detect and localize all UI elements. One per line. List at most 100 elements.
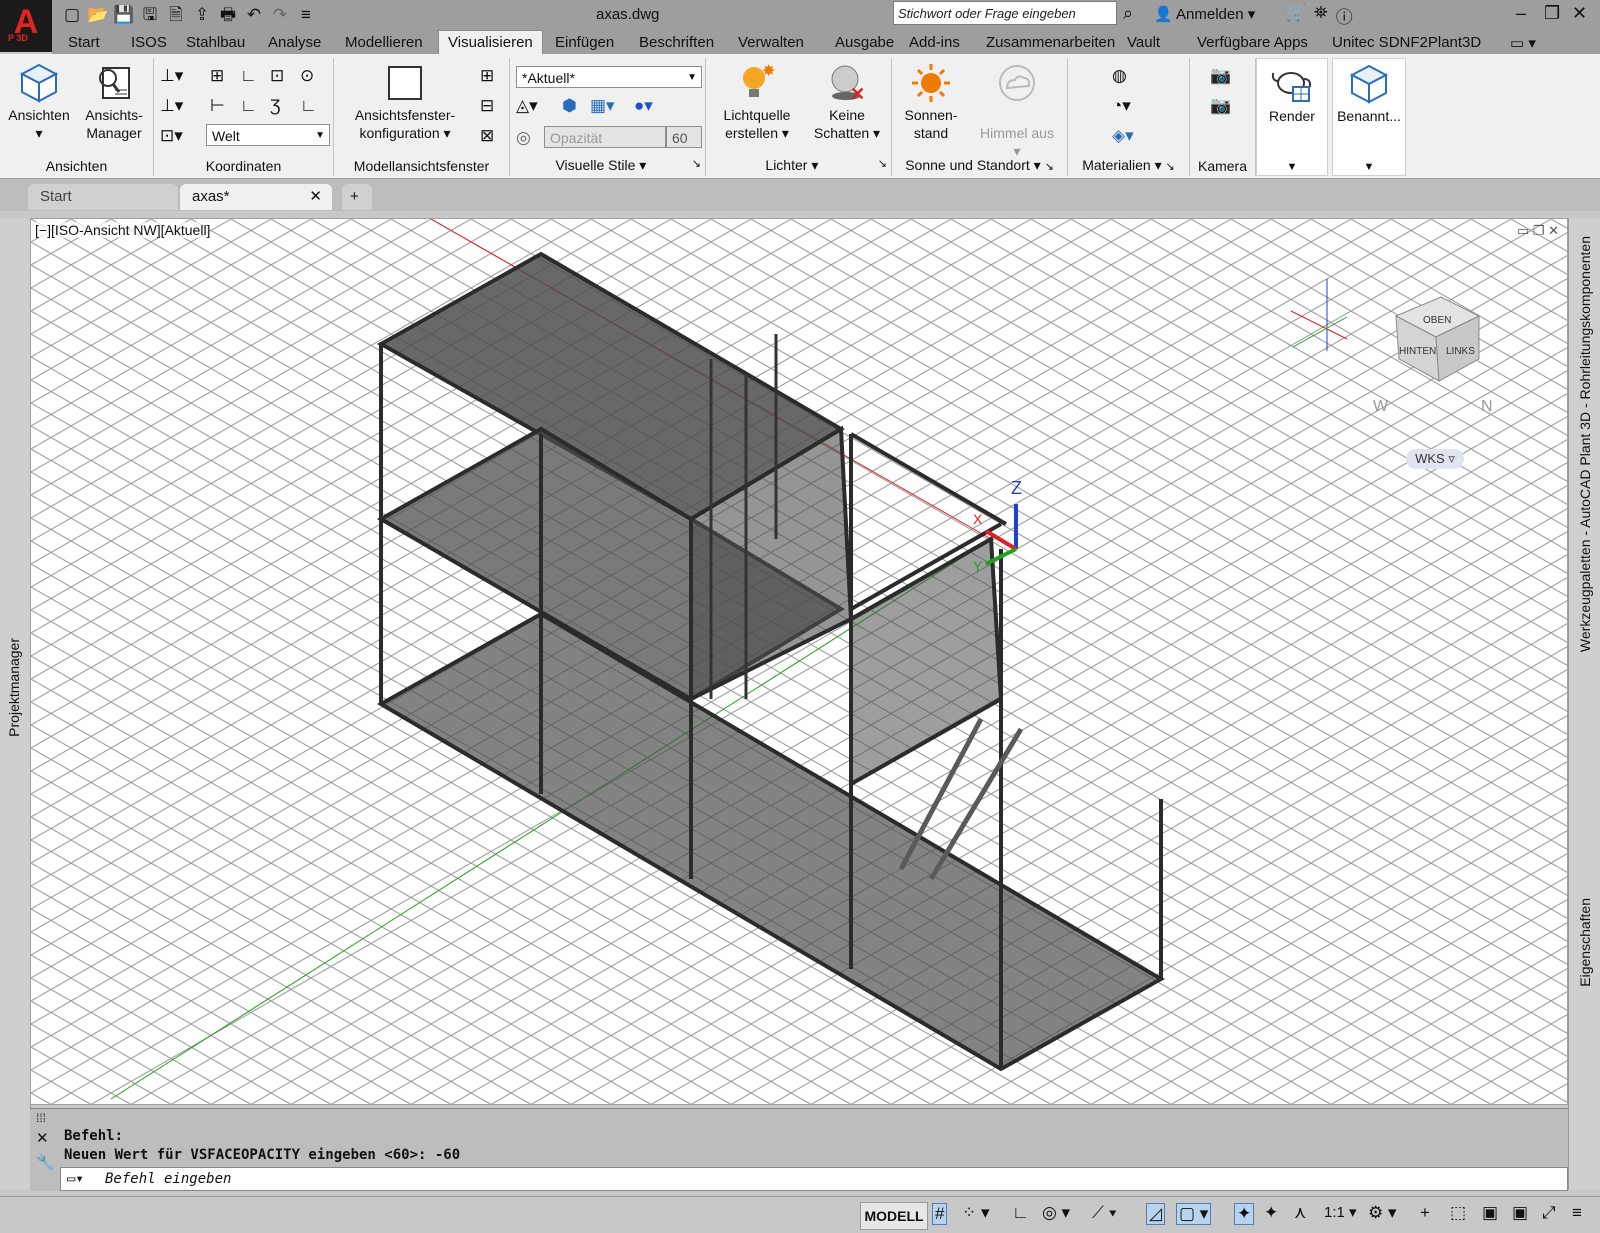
panel-benannt[interactable]: Benannt... ▼ — [1332, 58, 1406, 176]
opacity-slider[interactable]: Opazität — [544, 126, 666, 148]
tab-beschriften[interactable]: Beschriften — [639, 34, 714, 51]
save-icon[interactable]: 💾 — [112, 4, 136, 26]
search-icon[interactable]: ⌕ — [1123, 3, 1133, 24]
ucs-select[interactable]: Welt ▼ — [206, 124, 330, 146]
tab-isos[interactable]: ISOS — [131, 34, 167, 51]
close-tab-icon[interactable]: ✕ — [309, 184, 322, 210]
materials-editor-icon[interactable]: ◔▾ — [1112, 96, 1131, 116]
ansichtsfenster-konfiguration-button[interactable]: Ansichtsfenster-konfiguration ▾ — [340, 62, 470, 142]
properties-tab[interactable]: Eigenschaften — [1577, 898, 1593, 987]
clean-screen-icon[interactable]: ▣ — [1512, 1203, 1528, 1223]
material-mapping-icon[interactable]: ◈▾ — [1112, 126, 1134, 146]
keine-schatten-button[interactable]: ✕ Keine Schatten ▾ — [806, 62, 888, 142]
osnap-icon[interactable]: ◿ — [1146, 1203, 1166, 1225]
render-button[interactable]: Render — [1257, 63, 1327, 125]
tab-vault[interactable]: Vault — [1127, 34, 1160, 51]
restore-icon[interactable]: ❐ — [1544, 3, 1560, 24]
ucs-named-icon[interactable]: ⊥▾ — [160, 96, 183, 116]
ucs-x-icon[interactable]: ⊢ — [210, 96, 225, 116]
annotation-visibility-icon[interactable]: ✦ — [1234, 1203, 1255, 1225]
tab-analyse[interactable]: Analyse — [268, 34, 321, 51]
opacity-value[interactable]: 60 — [666, 126, 702, 148]
project-manager-tab[interactable]: Projektmanager — [6, 638, 22, 737]
cart-icon[interactable]: 🛒 — [1285, 3, 1306, 28]
hardware-accel-icon[interactable]: ▣ — [1482, 1203, 1498, 1223]
tab-modellieren[interactable]: Modellieren — [345, 34, 423, 51]
model-space-button[interactable]: MODELL — [860, 1202, 928, 1230]
sonnenstand-button[interactable]: Sonnen-stand — [896, 62, 966, 142]
new-icon[interactable]: ▢ — [60, 4, 84, 26]
grid-icon[interactable]: # — [932, 1203, 948, 1225]
panel-render[interactable]: Render ▼ — [1256, 58, 1328, 176]
render-expand-icon[interactable]: ▼ — [1257, 161, 1327, 173]
tab-addins[interactable]: Add-ins — [909, 34, 960, 51]
restore-viewports-icon[interactable]: ⊠ — [480, 126, 494, 146]
named-viewports-icon[interactable]: ⊞ — [480, 66, 494, 86]
left-palette-bar[interactable]: Projektmanager — [0, 218, 31, 1190]
benannt-button[interactable]: Benannt... — [1333, 63, 1405, 125]
ansichts-manager-button[interactable]: Ansichts- Manager — [78, 62, 150, 142]
tab-unitec[interactable]: Unitec SDNF2Plant3D — [1332, 34, 1481, 51]
import-icon[interactable]: ⇪ — [190, 4, 214, 26]
ortho-icon[interactable]: ∟ — [1012, 1203, 1029, 1223]
tab-ausgabe[interactable]: Ausgabe — [835, 34, 894, 51]
viewport-controls-label[interactable]: [−][ISO-Ansicht NW][Aktuell] — [35, 222, 211, 238]
print-icon[interactable]: 🖶 — [216, 4, 240, 26]
command-prompt-icon[interactable]: ▭▾ — [67, 1168, 84, 1190]
3d-osnap-icon[interactable]: ▢ ▾ — [1176, 1203, 1212, 1225]
lichtquelle-erstellen-button[interactable]: ✸ Lichtquelle erstellen ▾ — [712, 62, 802, 142]
visual-style-select[interactable]: *Aktuell* ▼ — [516, 66, 702, 88]
save-as-icon[interactable]: 🖫 — [138, 4, 162, 26]
tab-visualisieren[interactable]: Visualisieren — [438, 30, 543, 55]
isodraft-icon[interactable]: ⟋ ▾ — [1092, 1203, 1117, 1223]
ucs-icon[interactable]: ⊥▾ — [160, 66, 183, 86]
join-viewports-icon[interactable]: ⊟ — [480, 96, 494, 116]
exchange-icon[interactable]: ⛯ — [1314, 3, 1328, 28]
signin-button[interactable]: 👤 Anmelden ▾ — [1154, 5, 1255, 23]
tab-verfuegbare-apps[interactable]: Verfügbare Apps — [1197, 34, 1308, 51]
wcs-menu[interactable]: WKS ▿ — [1406, 449, 1464, 469]
create-camera-icon[interactable]: 📷 — [1210, 66, 1231, 86]
help-icon[interactable]: ⓘ — [1336, 3, 1353, 28]
xray-icon[interactable]: ◎ — [516, 128, 531, 148]
ucs-z-icon[interactable]: ∟ — [240, 66, 257, 86]
ucs-y-icon[interactable]: ∟ — [240, 96, 257, 116]
ucs-view-icon[interactable]: ⊡ — [270, 66, 284, 86]
tab-start[interactable]: Start — [68, 34, 100, 51]
ucs-world-icon[interactable]: ⊡▾ — [160, 126, 183, 146]
fullscreen-icon[interactable]: ⤢ — [1542, 1203, 1556, 1223]
isolate-icon[interactable]: ⬚ — [1450, 1203, 1466, 1223]
plus-icon[interactable]: + — [1420, 1203, 1430, 1223]
camera-display-icon[interactable]: 📷 — [1210, 96, 1231, 116]
viewport-window-controls[interactable]: ▭ ❐ ✕ — [1517, 223, 1559, 239]
polar-icon[interactable]: ◎ ▾ — [1042, 1203, 1070, 1223]
material-sphere-icon[interactable]: ●▾ — [634, 96, 653, 116]
workspace-gear-icon[interactable]: ⚙ ▾ — [1368, 1203, 1397, 1223]
tab-verwalten[interactable]: Verwalten — [738, 34, 804, 51]
right-palette-bar[interactable]: Werkzeugpaletten - AutoCAD Plant 3D - Ro… — [1568, 218, 1600, 1190]
tab-stahlbau[interactable]: Stahlbau — [186, 34, 245, 51]
edge-effects-icon[interactable]: ◬▾ — [516, 96, 538, 116]
model-viewport[interactable]: Z X Y OBEN HINTEN LINKS W N [−][ISO-Ansi… — [30, 218, 1568, 1105]
publish-icon[interactable]: 🗎 — [164, 4, 188, 26]
undo-icon[interactable]: ↶ — [242, 4, 266, 26]
ansichten-button[interactable]: Ansichten ▾ — [6, 62, 72, 142]
texture-icon[interactable]: ▦▾ — [590, 96, 615, 116]
grip-icon[interactable]: ⁞⁞⁞ — [36, 1111, 46, 1125]
snap-icon[interactable]: ⁘ ▾ — [962, 1203, 990, 1223]
customize-wrench-icon[interactable]: 🔧 — [36, 1153, 55, 1171]
scale-selector[interactable]: 1:1 ▾ — [1324, 1203, 1357, 1221]
command-input[interactable]: ▭▾ Befehl eingeben — [60, 1167, 1568, 1191]
model-canvas[interactable]: Z X Y OBEN HINTEN LINKS W N — [31, 219, 1568, 1105]
redo-icon[interactable]: ↷ — [268, 4, 292, 26]
ucs-object-icon[interactable]: ⊙ — [300, 66, 314, 86]
shadows-icon[interactable]: ⬢ — [562, 96, 577, 116]
himmel-aus-button[interactable]: Himmel aus ▾ — [970, 62, 1064, 160]
doc-tab-axas[interactable]: axas* ✕ — [180, 184, 332, 210]
annotation-scale-icon[interactable]: ⋏ — [1294, 1203, 1306, 1223]
minimize-icon[interactable]: – — [1516, 3, 1526, 24]
customize-icon[interactable]: ≡ — [294, 4, 318, 26]
auto-scale-icon[interactable]: ✦ — [1264, 1203, 1278, 1223]
open-icon[interactable]: 📂 — [86, 4, 110, 26]
close-commandline-icon[interactable]: ✕ — [36, 1129, 49, 1147]
